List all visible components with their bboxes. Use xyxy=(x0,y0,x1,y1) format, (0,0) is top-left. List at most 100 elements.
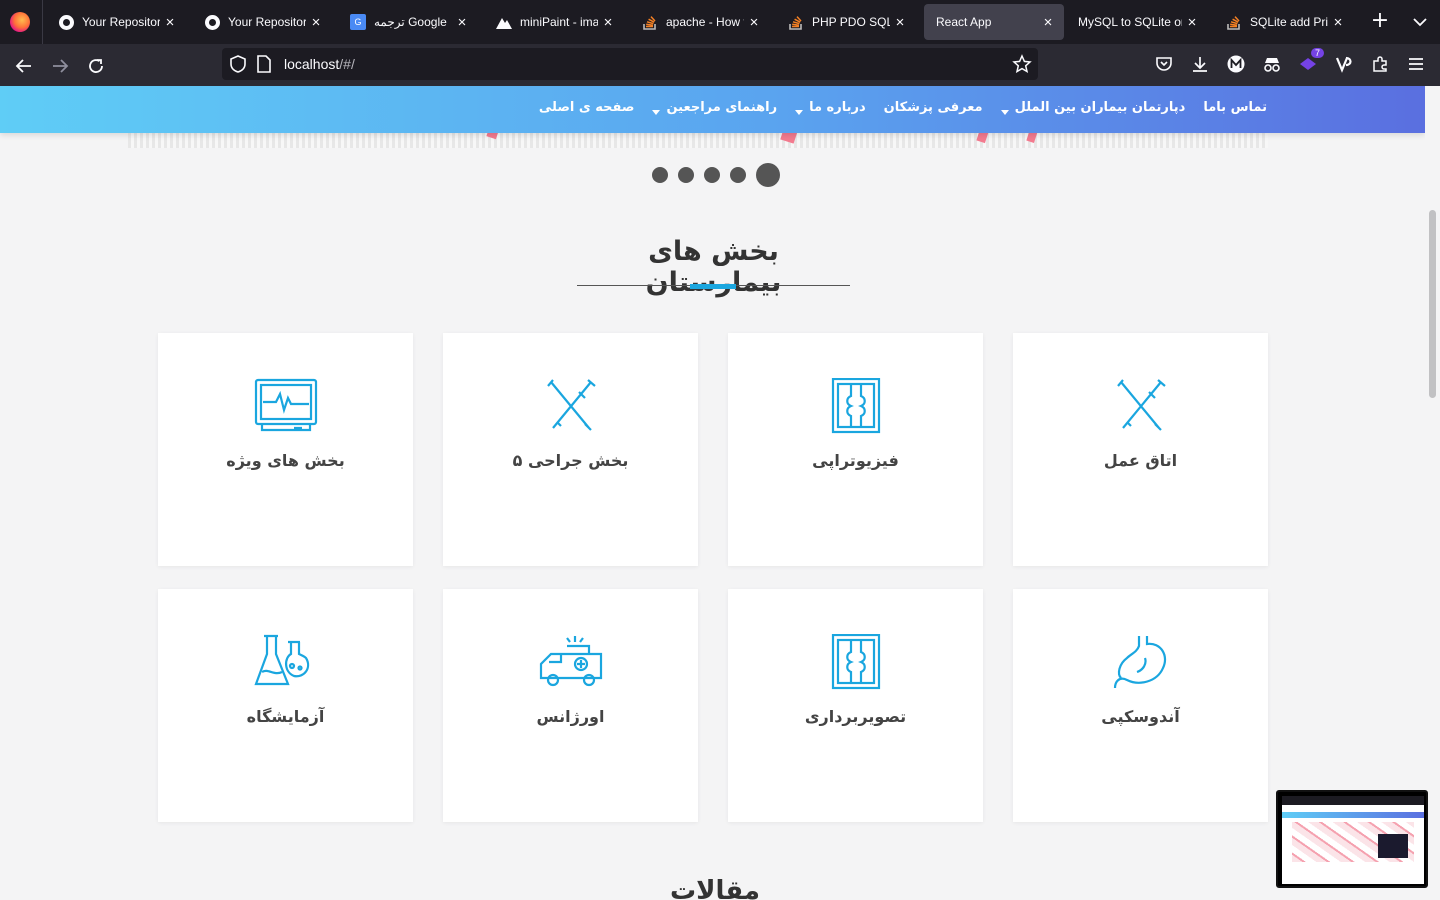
menu-label: تماس باما xyxy=(1203,99,1267,115)
close-icon[interactable]: × xyxy=(1328,14,1348,31)
site-navbar: صفحه ی اصلی راهنمای مراجعین درباره ما مع… xyxy=(0,86,1425,133)
google-translate-icon: G xyxy=(350,14,366,30)
menu-item-contact[interactable]: تماس باما xyxy=(1203,100,1267,115)
scalpel-syringe-icon xyxy=(539,378,603,434)
department-label: آندوسکپی xyxy=(1101,707,1180,726)
close-icon[interactable]: × xyxy=(598,14,618,31)
slider-dot[interactable] xyxy=(678,167,694,183)
page-viewport: صفحه ی اصلی راهنمای مراجعین درباره ما مع… xyxy=(0,86,1425,900)
close-icon[interactable]: × xyxy=(1038,14,1058,31)
department-label: فیزیوتراپی xyxy=(812,451,899,470)
page-icon xyxy=(256,55,274,73)
tab-react-app[interactable]: React App × xyxy=(924,4,1064,40)
download-icon[interactable] xyxy=(1188,52,1212,76)
close-icon[interactable]: × xyxy=(744,14,764,31)
tab-minipaint[interactable]: miniPaint - image × xyxy=(484,4,624,40)
slider-dot-active[interactable] xyxy=(756,163,780,187)
tab-title: React App xyxy=(936,15,992,29)
shield-icon[interactable] xyxy=(228,54,248,74)
scrollbar-thumb[interactable] xyxy=(1429,210,1436,398)
menu-item-home[interactable]: صفحه ی اصلی xyxy=(539,100,635,115)
tab-apache[interactable]: apache - How to × xyxy=(630,4,770,40)
department-card-surgery-5[interactable]: بخش جراحی ۵ xyxy=(443,333,698,566)
slider-dot[interactable] xyxy=(652,167,668,183)
ambulance-icon xyxy=(539,634,603,690)
extension-badge-icon[interactable]: 7 xyxy=(1296,48,1324,76)
heart-monitor-icon xyxy=(254,378,318,434)
address-bar[interactable]: localhost/#/ xyxy=(222,48,1038,80)
close-icon[interactable]: × xyxy=(452,14,472,31)
tab-php-pdo[interactable]: PHP PDO SQLite × xyxy=(776,4,916,40)
close-icon[interactable]: × xyxy=(306,14,326,31)
preview-hero-photo xyxy=(1378,834,1408,858)
tab-title: MySQL to SQLite onli xyxy=(1078,15,1182,29)
menu-label: صفحه ی اصلی xyxy=(538,99,635,115)
extension-v-icon[interactable] xyxy=(1332,52,1356,76)
new-tab-plus-icon[interactable]: + xyxy=(1368,10,1392,34)
department-label: بخش جراحی ۵ xyxy=(512,451,629,470)
menu-label: دپارتمان بیماران بین الملل xyxy=(1014,99,1186,115)
forward-arrow-icon[interactable] xyxy=(46,52,74,80)
pocket-icon[interactable] xyxy=(1152,52,1176,76)
extension-badge-count: 7 xyxy=(1310,48,1324,58)
caret-down-icon xyxy=(652,109,661,115)
tab-divider xyxy=(42,0,43,44)
url-text[interactable]: localhost/#/ xyxy=(284,56,355,72)
department-card-physiotherapy[interactable]: فیزیوتراپی xyxy=(728,333,983,566)
stackoverflow-icon xyxy=(1226,14,1242,30)
slider-dot[interactable] xyxy=(704,167,720,183)
close-icon[interactable]: × xyxy=(1182,14,1202,31)
department-card-imaging[interactable]: تصویربرداری xyxy=(728,589,983,822)
menu-item-visitors-guide[interactable]: راهنمای مراجعین xyxy=(652,100,777,115)
extension-incognito-icon[interactable] xyxy=(1260,52,1284,76)
tab-github-2[interactable]: Your Repositories × xyxy=(192,4,332,40)
page-scrollbar[interactable] xyxy=(1425,86,1440,900)
tab-github-1[interactable]: Your Repositories × xyxy=(46,4,186,40)
github-icon xyxy=(204,14,220,30)
slider-dot[interactable] xyxy=(730,167,746,183)
scalpel-syringe-icon xyxy=(1109,378,1173,434)
reload-icon[interactable] xyxy=(82,52,110,80)
url-path: /#/ xyxy=(339,56,355,72)
close-icon[interactable]: × xyxy=(890,14,910,31)
screenshot-preview-thumbnail[interactable] xyxy=(1276,790,1428,888)
menu-label: معرفی پزشکان xyxy=(883,99,983,115)
firefox-logo-icon xyxy=(10,12,30,32)
extension-m-icon[interactable] xyxy=(1224,52,1248,76)
back-arrow-icon[interactable] xyxy=(10,52,38,80)
hamburger-menu-icon[interactable] xyxy=(1404,52,1428,76)
bookmark-star-icon[interactable] xyxy=(1012,54,1032,74)
stackoverflow-icon xyxy=(642,14,658,30)
department-card-operating-room[interactable]: اتاق عمل xyxy=(1013,333,1268,566)
main-menu: صفحه ی اصلی راهنمای مراجعین درباره ما مع… xyxy=(539,86,1267,128)
preview-content xyxy=(1282,796,1424,884)
menu-item-doctors[interactable]: معرفی پزشکان xyxy=(884,100,983,115)
tab-mysql-to-sqlite[interactable]: MySQL to SQLite onli × xyxy=(1066,4,1208,40)
department-card-icu[interactable]: بخش های ویژه xyxy=(158,333,413,566)
department-card-endoscopy[interactable]: آندوسکپی xyxy=(1013,589,1268,822)
department-label: آزمایشگاه xyxy=(246,707,325,726)
tab-google-translate[interactable]: G ترجمه Google × xyxy=(338,4,478,40)
tab-title: PHP PDO SQLite xyxy=(812,15,890,29)
tab-sqlite-primary[interactable]: SQLite add Prima × xyxy=(1214,4,1354,40)
tab-title: miniPaint - image xyxy=(520,15,598,29)
tab-title: ترجمه Google xyxy=(374,15,447,29)
title-accent-bar xyxy=(690,284,736,289)
preview-navbar xyxy=(1282,812,1424,818)
tab-list-chevron-icon[interactable] xyxy=(1408,10,1432,34)
caret-down-icon xyxy=(795,109,804,115)
department-card-laboratory[interactable]: آزمایشگاه xyxy=(158,589,413,822)
department-card-emergency[interactable]: اورژانس xyxy=(443,589,698,822)
tab-title: apache - How to xyxy=(666,15,744,29)
menu-item-about[interactable]: درباره ما xyxy=(795,100,866,115)
menu-item-international[interactable]: دپارتمان بیماران بین الملل xyxy=(1000,99,1186,115)
close-icon[interactable]: × xyxy=(160,14,180,31)
department-label: اورژانس xyxy=(536,707,605,726)
stomach-icon xyxy=(1109,634,1173,690)
department-label: بخش های ویژه xyxy=(226,451,345,470)
url-host: localhost xyxy=(284,56,340,72)
extensions-puzzle-icon[interactable] xyxy=(1368,52,1392,76)
browser-tab-bar: Your Repositories × Your Repositories × … xyxy=(0,0,1440,44)
tab-title: SQLite add Prima xyxy=(1250,15,1328,29)
xray-knee-icon xyxy=(824,633,888,690)
